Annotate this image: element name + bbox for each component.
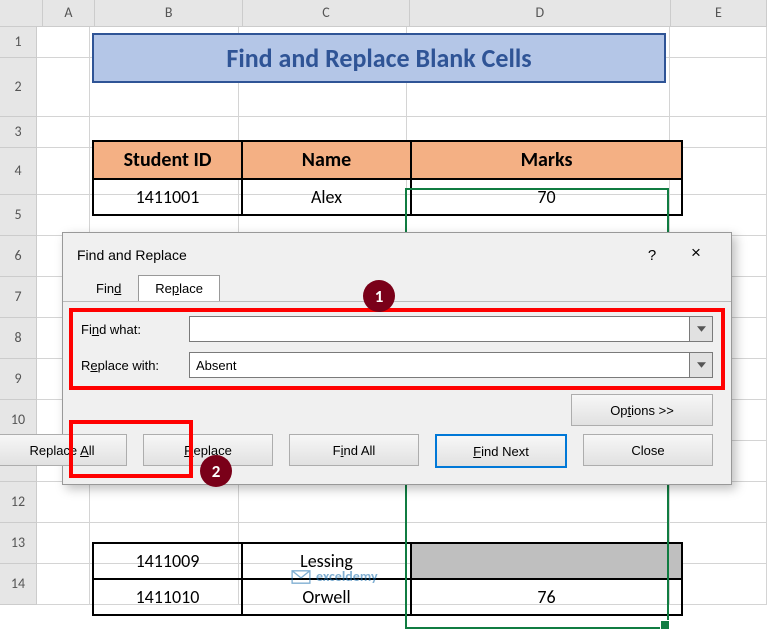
- title-banner: Find and Replace Blank Cells: [92, 33, 666, 83]
- watermark-icon: [290, 569, 312, 585]
- row-header-13[interactable]: 13: [0, 523, 36, 564]
- col-header-e[interactable]: E: [671, 0, 767, 26]
- column-headers: A B C D E: [0, 0, 767, 27]
- row-header-9[interactable]: 9: [0, 359, 36, 400]
- cell-id[interactable]: 1411009: [93, 543, 242, 579]
- col-header-d[interactable]: D: [410, 0, 671, 26]
- replace-with-value: Absent: [196, 358, 236, 373]
- watermark-text: exceldemy: [316, 568, 378, 585]
- row-header-6[interactable]: 6: [0, 236, 36, 277]
- dialog-titlebar[interactable]: Find and Replace ? ×: [63, 233, 731, 275]
- data-table-lower: 1411009 Lessing 1411010 Orwell 76: [92, 542, 683, 616]
- row-header-12[interactable]: 12: [0, 482, 36, 523]
- tab-replace[interactable]: Replace: [138, 275, 220, 301]
- watermark: exceldemy: [290, 568, 378, 585]
- find-what-input[interactable]: [189, 316, 713, 342]
- dialog-tabs: Find Replace: [63, 275, 731, 301]
- data-table: Student ID Name Marks 1411001 Alex 70: [92, 140, 683, 216]
- row-headers: 1 2 3 4 5 6 7 8 9 10 11 12 13 14: [0, 27, 37, 605]
- replace-with-row: Replace with: Absent: [81, 352, 713, 378]
- annotation-badge-1: 1: [363, 280, 395, 312]
- header-student-id: Student ID: [93, 141, 242, 179]
- cell-name[interactable]: Alex: [242, 179, 411, 215]
- row-header-7[interactable]: 7: [0, 277, 36, 318]
- find-replace-dialog: Find and Replace ? × Find Replace Find w…: [62, 232, 732, 485]
- replace-with-label: Replace with:: [81, 358, 189, 373]
- help-button[interactable]: ?: [641, 247, 663, 264]
- options-button[interactable]: Options >>: [571, 394, 713, 426]
- find-what-label: Find what:: [81, 322, 189, 337]
- select-all-corner[interactable]: [0, 0, 43, 26]
- row-header-4[interactable]: 4: [0, 148, 36, 195]
- find-next-button[interactable]: Find Next: [435, 434, 567, 468]
- row-header-8[interactable]: 8: [0, 318, 36, 359]
- fill-handle[interactable]: [660, 620, 670, 630]
- cell-marks[interactable]: 76: [411, 579, 682, 615]
- table-row[interactable]: 1411010 Orwell 76: [93, 579, 682, 615]
- row-header-3[interactable]: 3: [0, 117, 36, 148]
- find-what-row: Find what:: [81, 316, 713, 342]
- row-header-1[interactable]: 1: [0, 27, 36, 58]
- row-header-14[interactable]: 14: [0, 564, 36, 605]
- replace-all-button[interactable]: Replace All: [0, 434, 127, 466]
- chevron-down-icon[interactable]: [689, 353, 712, 377]
- col-header-a[interactable]: A: [43, 0, 96, 26]
- close-button[interactable]: Close: [583, 434, 713, 466]
- table-row[interactable]: 1411001 Alex 70: [93, 179, 682, 215]
- replace-with-input[interactable]: Absent: [189, 352, 713, 378]
- header-name: Name: [242, 141, 411, 179]
- close-icon[interactable]: ×: [675, 243, 717, 267]
- cell-id[interactable]: 1411001: [93, 179, 242, 215]
- row-header-2[interactable]: 2: [0, 58, 36, 117]
- col-header-b[interactable]: B: [95, 0, 243, 26]
- annotation-badge-2: 2: [200, 455, 232, 487]
- cell-id[interactable]: 1411010: [93, 579, 242, 615]
- table-row[interactable]: 1411009 Lessing: [93, 543, 682, 579]
- cell-marks[interactable]: 70: [411, 179, 682, 215]
- table-header-row: Student ID Name Marks: [93, 141, 682, 179]
- dialog-title: Find and Replace: [77, 247, 641, 263]
- cell-marks-blank[interactable]: [411, 543, 682, 579]
- dialog-buttons: Replace All Replace Find All Find Next C…: [81, 434, 713, 468]
- tab-find[interactable]: Find: [79, 275, 138, 301]
- header-marks: Marks: [411, 141, 682, 179]
- find-all-button[interactable]: Find All: [289, 434, 419, 466]
- chevron-down-icon[interactable]: [689, 317, 712, 341]
- row-header-5[interactable]: 5: [0, 195, 36, 236]
- col-header-c[interactable]: C: [243, 0, 410, 26]
